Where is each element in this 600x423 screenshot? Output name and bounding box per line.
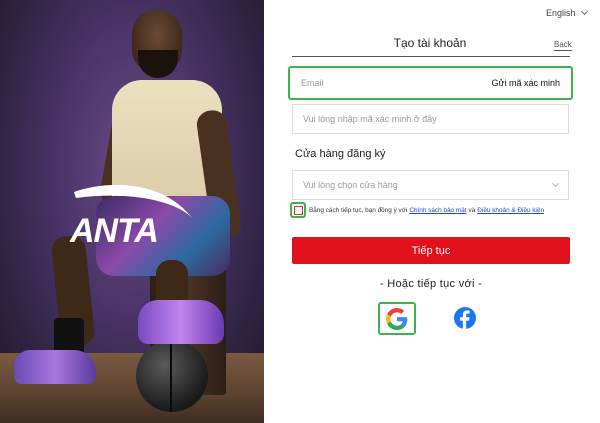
agree-text: Bằng cách tiếp tục, bạn đồng ý với (309, 206, 408, 214)
hero-image: ANTA (0, 0, 264, 423)
verification-code-input[interactable]: Vui lòng nhập mã xác minh ở đây (292, 104, 569, 134)
code-placeholder: Vui lòng nhập mã xác minh ở đây (303, 114, 437, 124)
basketball (136, 340, 208, 412)
signup-page: ANTA English Tạo tài khoản Back Email Gử… (0, 0, 600, 423)
google-icon (386, 307, 408, 330)
agree-checkbox[interactable] (293, 205, 303, 215)
store-label: Cửa hàng đăng ký (295, 148, 386, 160)
store-placeholder: Vui lòng chọn cửa hàng (303, 180, 398, 190)
title-divider (292, 56, 570, 57)
email-field[interactable]: Email Gửi mã xác minh (291, 68, 570, 98)
language-label: English (546, 8, 576, 18)
back-link[interactable]: Back (554, 40, 572, 51)
language-selector[interactable]: English (546, 7, 588, 18)
facebook-icon[interactable] (454, 307, 476, 329)
store-select[interactable]: Vui lòng chọn cửa hàng (292, 170, 569, 200)
google-login-button[interactable] (378, 302, 416, 335)
privacy-policy-link[interactable]: Chính sách bảo mật (409, 207, 466, 214)
page-title: Tạo tài khoản (393, 36, 467, 50)
anta-logo-text: ANTA (69, 212, 158, 248)
agree-checkbox-highlight (290, 202, 306, 218)
agreement-row: Bằng cách tiếp tục, bạn đồng ý với Chính… (290, 202, 546, 218)
send-code-button[interactable]: Gửi mã xác minh (491, 78, 560, 88)
anta-logo: ANTA (69, 184, 192, 248)
or-continue-label: - Hoặc tiếp tục với - (379, 278, 483, 290)
agree-and-text: và (468, 206, 476, 214)
email-placeholder: Email (301, 78, 324, 88)
chevron-down-icon (551, 179, 560, 188)
chevron-down-icon (580, 7, 588, 16)
terms-link[interactable]: Điều khoản & Điều kiện (477, 207, 544, 214)
hero-shoe (138, 300, 224, 344)
hero-beard (138, 50, 178, 78)
continue-button[interactable]: Tiếp tục (292, 237, 570, 264)
hero-shoe (14, 350, 96, 384)
